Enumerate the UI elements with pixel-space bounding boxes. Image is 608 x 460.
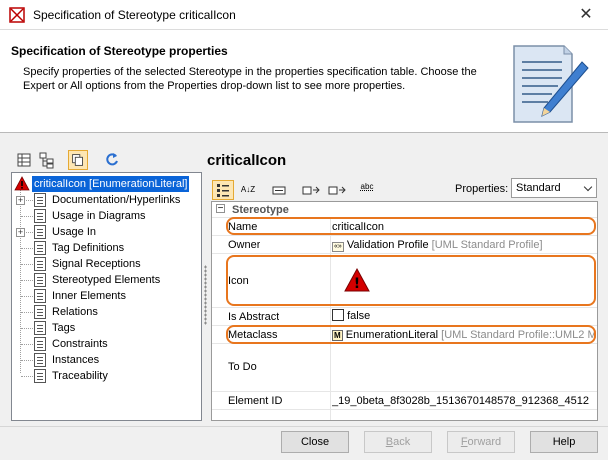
tree-item[interactable]: Tag Definitions — [12, 240, 200, 256]
header-title: Specification of Stereotype properties — [11, 44, 228, 58]
expand-toggle-icon[interactable]: + — [16, 228, 25, 237]
tree-item-label: Stereotyped Elements — [52, 274, 161, 286]
copy-toggle-button[interactable] — [68, 150, 88, 170]
property-grid: − Stereotype Name criticalIcon Owner «» … — [211, 201, 598, 421]
categorized-list-icon — [217, 184, 229, 197]
title-bar: Specification of Stereotype criticalIcon… — [0, 0, 608, 30]
to-do-label: To Do — [228, 361, 257, 373]
document-node-icon — [34, 241, 46, 255]
owner-label: Owner — [228, 239, 261, 251]
tree-item[interactable]: Tags — [12, 320, 200, 336]
stereotype-icon — [9, 7, 25, 23]
dialog-header: Specification of Stereotype properties S… — [0, 30, 608, 133]
document-node-icon — [34, 369, 46, 383]
tree-item[interactable]: Stereotyped Elements — [12, 272, 200, 288]
chevron-down-icon — [583, 182, 593, 192]
tree-item[interactable]: Constraints — [12, 336, 200, 352]
document-node-icon — [34, 209, 46, 223]
tree-item[interactable]: Signal Receptions — [12, 256, 200, 272]
document-node-icon — [34, 225, 46, 239]
group-collapse-toggle[interactable]: − — [216, 204, 225, 213]
forward-mnemonic: F — [460, 436, 468, 448]
tree-item-label: Tag Definitions — [52, 242, 125, 254]
tree-root-node[interactable]: criticalIcon [EnumerationLiteral] — [12, 175, 201, 193]
document-node-icon — [34, 289, 46, 303]
close-window-button[interactable]: ✕ — [571, 4, 601, 26]
document-node-icon — [34, 193, 46, 207]
tree-item[interactable]: Traceability — [12, 368, 200, 384]
element-id-label: Element ID — [228, 395, 283, 407]
tree-item[interactable]: Usage in Diagrams — [12, 208, 200, 224]
tree-item-label: Tags — [52, 322, 76, 334]
is-abstract-label: Is Abstract — [228, 311, 280, 323]
tree-item[interactable]: Instances — [12, 352, 200, 368]
back-mnemonic: B — [385, 436, 394, 448]
document-node-icon — [34, 273, 46, 287]
categorized-view-button[interactable] — [212, 180, 234, 200]
highlight-icon-row — [226, 255, 596, 306]
expand-toggle-icon[interactable]: + — [16, 196, 25, 205]
tree-item[interactable]: Inner Elements — [12, 288, 200, 304]
splitter-handle[interactable] — [204, 265, 207, 325]
properties-dropdown-value: Standard — [516, 182, 561, 194]
table-view-icon[interactable] — [14, 150, 34, 170]
help-button[interactable]: Help — [530, 431, 598, 453]
document-node-icon — [34, 321, 46, 335]
window-title: Specification of Stereotype criticalIcon — [33, 8, 236, 22]
document-node-icon — [34, 337, 46, 351]
header-description: Specify properties of the selected Stere… — [23, 66, 477, 92]
stereotype-profile-icon: «» — [332, 242, 344, 252]
document-node-icon — [34, 257, 46, 271]
forward-label: orward — [467, 436, 502, 448]
tree-item[interactable]: Relations — [12, 304, 200, 320]
group-header-stereotype: Stereotype — [232, 204, 289, 216]
owner-value[interactable]: «» Validation Profile [UML Standard Prof… — [332, 238, 594, 252]
forward-button[interactable]: Forward — [447, 431, 515, 453]
owner-name: Validation Profile — [346, 239, 429, 251]
back-button[interactable]: Back — [364, 431, 432, 453]
warning-icon — [14, 176, 30, 191]
refresh-icon[interactable] — [102, 150, 122, 170]
copy-icon — [72, 154, 83, 166]
is-abstract-checkbox[interactable] — [332, 309, 344, 321]
tree-item-label: Constraints — [52, 338, 108, 350]
footer-divider — [0, 426, 608, 427]
expand-all-icon[interactable] — [268, 180, 290, 200]
tree-item-label: Usage in Diagrams — [52, 210, 146, 222]
highlight-name-row — [226, 217, 596, 235]
highlight-metaclass-row — [226, 325, 596, 344]
quick-filter-icon[interactable]: abc — [356, 180, 378, 200]
tree-item-label: Traceability — [52, 370, 108, 382]
is-abstract-value[interactable]: false — [332, 308, 370, 324]
close-button[interactable]: Close — [281, 431, 349, 453]
tree-item-label: Instances — [52, 354, 100, 366]
tree-item[interactable]: + Documentation/Hyperlinks — [12, 192, 200, 208]
document-node-icon — [34, 353, 46, 367]
tree-item-label: Inner Elements — [52, 290, 126, 302]
tree-item-label: Usage In — [52, 226, 97, 238]
filter-down-icon[interactable] — [326, 180, 348, 200]
tree-item-label: Signal Receptions — [52, 258, 141, 270]
tree-view-icon[interactable] — [37, 150, 57, 170]
sort-alphabetical-icon[interactable]: A↓Z — [237, 180, 259, 200]
back-label: ack — [393, 436, 411, 448]
element-id-value[interactable]: _19_0beta_8f3028b_1513670148578_912368_4… — [332, 394, 596, 408]
document-edit-icon — [513, 45, 589, 123]
navigation-tree: + Documentation/Hyperlinks Usage in Diagra… — [11, 172, 202, 421]
tree-root-label: criticalIcon [EnumerationLiteral] — [30, 175, 191, 193]
filter-up-icon[interactable] — [300, 180, 322, 200]
tree-item-label: Documentation/Hyperlinks — [52, 194, 181, 206]
tree-item[interactable]: + Usage In — [12, 224, 200, 240]
document-node-icon — [34, 305, 46, 319]
owner-suffix: [UML Standard Profile] — [431, 239, 543, 251]
properties-dropdown[interactable]: Standard — [511, 178, 597, 198]
element-title: criticalIcon — [207, 152, 287, 169]
properties-label: Properties: — [455, 183, 509, 195]
is-abstract-text: false — [347, 310, 371, 322]
tree-item-label: Relations — [52, 306, 98, 318]
